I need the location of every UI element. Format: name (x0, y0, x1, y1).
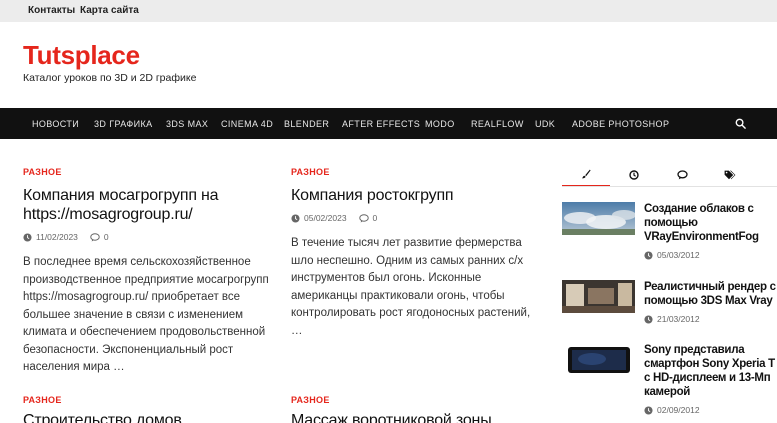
tabs-divider (562, 186, 777, 187)
clock-icon (629, 170, 639, 180)
clock-icon (644, 405, 653, 415)
post-card: Разное Массаж воротниковой зоны (291, 395, 543, 423)
tab-popular[interactable] (562, 163, 610, 187)
site-branding: Tutsplace Каталог уроков по 3D и 2D граф… (23, 40, 196, 84)
nav-item-news[interactable]: Новости (32, 119, 79, 129)
site-tagline: Каталог уроков по 3D и 2D графике (23, 72, 197, 84)
post-card: Разное Строительство домов (23, 395, 275, 423)
sidebar-post-date[interactable]: 02/09/2012 (657, 405, 700, 415)
comment-icon (358, 213, 369, 222)
post-date[interactable]: 05/02/2023 (304, 213, 347, 223)
post-title[interactable]: Компания ростокгрупп (291, 186, 539, 205)
sidebar-tabs (562, 163, 777, 187)
site-title[interactable]: Tutsplace (23, 40, 196, 70)
post-title[interactable]: Компания мосагрогрупп на https://mosagro… (23, 186, 275, 224)
sidebar-post-date[interactable]: 21/03/2012 (657, 314, 700, 324)
post-card: Разное Компания ростокгрупп 05/02/2023 0… (291, 167, 539, 340)
post-card: Разное Компания мосагрогрупп на https://… (23, 167, 275, 377)
nav-item-after-effects[interactable]: After Effects (342, 119, 420, 129)
sidebar-post-meta: 05/03/2012 (644, 250, 777, 260)
sidebar-post-title[interactable]: Создание облаков с помощью VRayEnvironme… (644, 202, 777, 244)
tab-tags[interactable] (706, 163, 754, 187)
post-thumbnail[interactable] (562, 280, 635, 313)
post-category[interactable]: Разное (291, 395, 543, 405)
post-meta: 05/02/2023 0 (291, 213, 539, 223)
post-comments-count[interactable]: 0 (373, 213, 378, 223)
clock-icon (644, 250, 653, 260)
post-thumbnail[interactable] (562, 343, 635, 376)
nav-item-3d-graphics[interactable]: 3D графика (94, 119, 153, 129)
comment-icon (676, 170, 688, 180)
sidebar-post-meta: 02/09/2012 (644, 405, 777, 415)
post-title[interactable]: Строительство домов (23, 411, 275, 423)
tags-icon (724, 170, 736, 180)
sidebar-post-meta: 21/03/2012 (644, 314, 777, 324)
tab-comments[interactable] (658, 163, 706, 187)
nav-item-3ds-max[interactable]: 3ds Max (166, 119, 208, 129)
nav-item-blender[interactable]: Blender (284, 119, 329, 129)
nav-item-cinema-4d[interactable]: Cinema 4D (221, 119, 273, 129)
post-category[interactable]: Разное (23, 167, 275, 177)
nav-item-udk[interactable]: UDK (535, 119, 555, 129)
post-meta: 11/02/2023 0 (23, 232, 275, 242)
sidebar-post-title[interactable]: Реалистичный рендер с помощью 3DS Max Vr… (644, 280, 777, 308)
post-excerpt: В последнее время сельскохозяйственное п… (23, 256, 269, 373)
clock-icon (23, 232, 32, 242)
post-excerpt: В течение тысяч лет развитие фермерства … (291, 237, 531, 337)
search-icon[interactable] (735, 118, 746, 129)
sidebar-post-title[interactable]: Sony представила смартфон Sony Xperia T … (644, 343, 777, 399)
nav-item-realflow[interactable]: RealFlow (471, 119, 524, 129)
sidebar-post-date[interactable]: 05/03/2012 (657, 250, 700, 260)
nav-item-modo[interactable]: Modo (425, 119, 455, 129)
comment-icon (90, 232, 100, 241)
nav-item-adobe-photoshop[interactable]: Adobe Photoshop (572, 119, 669, 129)
post-comments-count[interactable]: 0 (104, 232, 109, 242)
post-category[interactable]: Разное (291, 167, 539, 177)
post-category[interactable]: Разное (23, 395, 275, 405)
clock-icon (644, 314, 653, 324)
clock-icon (291, 213, 300, 223)
main-navigation: Новости 3D графика 3ds Max Cinema 4D Ble… (0, 108, 777, 139)
post-thumbnail[interactable] (562, 202, 635, 235)
top-bar: Контакты Карта сайта (0, 0, 777, 22)
contacts-link[interactable]: Контакты (28, 5, 75, 16)
sitemap-link[interactable]: Карта сайта (80, 5, 139, 16)
post-title[interactable]: Массаж воротниковой зоны (291, 411, 543, 423)
post-date[interactable]: 11/02/2023 (36, 232, 78, 242)
tab-recent[interactable] (610, 163, 658, 187)
brush-icon (582, 169, 591, 179)
